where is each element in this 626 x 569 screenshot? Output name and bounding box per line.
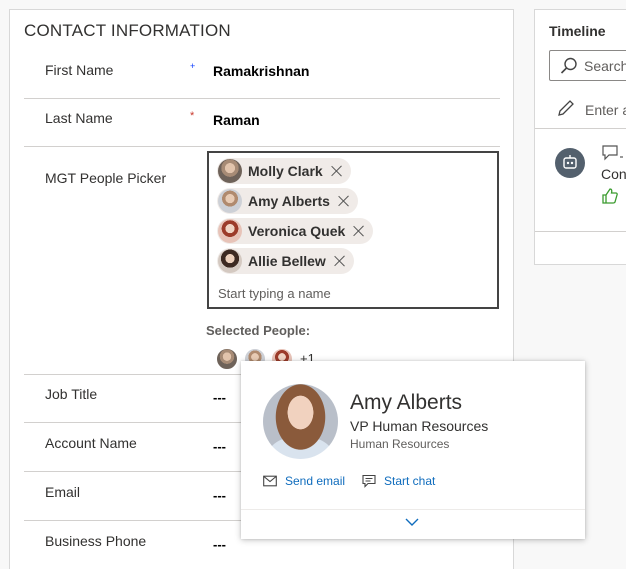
avatar bbox=[218, 189, 242, 213]
timeline-title: Timeline bbox=[549, 23, 606, 39]
person-card-department: Human Resources bbox=[350, 437, 450, 451]
person-chip-name: Molly Clark bbox=[248, 163, 323, 179]
last-name-label: Last Name bbox=[45, 110, 113, 126]
person-chip-name: Veronica Quek bbox=[248, 223, 346, 239]
first-name-label: First Name bbox=[45, 62, 114, 78]
search-icon bbox=[560, 57, 577, 74]
close-icon[interactable] bbox=[334, 255, 346, 267]
divider bbox=[24, 520, 254, 521]
thumbs-up-icon[interactable] bbox=[601, 187, 619, 205]
section-title: CONTACT INFORMATION bbox=[24, 21, 231, 40]
job-title-value[interactable]: --- bbox=[213, 390, 226, 405]
post-icon bbox=[602, 145, 623, 161]
timeline-entry-text: Con bbox=[601, 166, 626, 182]
person-card: Amy Alberts VP Human Resources Human Res… bbox=[241, 361, 585, 539]
close-icon[interactable] bbox=[331, 165, 343, 177]
timeline-search-placeholder: Search bbox=[584, 58, 626, 74]
send-email-button[interactable]: Send email bbox=[263, 474, 345, 488]
chevron-down-icon[interactable] bbox=[404, 517, 420, 527]
people-picker-label: MGT People Picker bbox=[45, 170, 167, 186]
people-search-input[interactable] bbox=[218, 284, 478, 302]
divider bbox=[535, 128, 626, 129]
business-phone-value[interactable]: --- bbox=[213, 537, 226, 552]
chat-icon bbox=[362, 474, 376, 488]
last-name-value[interactable]: Raman bbox=[213, 112, 260, 128]
account-name-value[interactable]: --- bbox=[213, 439, 226, 454]
required-indicator: * bbox=[190, 110, 195, 122]
person-chip-molly-clark[interactable]: Molly Clark bbox=[217, 158, 351, 184]
person-card-photo bbox=[263, 384, 338, 459]
divider bbox=[535, 231, 626, 232]
send-email-label: Send email bbox=[285, 474, 346, 488]
timeline-search-input[interactable]: Search bbox=[549, 50, 626, 81]
person-chip-name: Amy Alberts bbox=[248, 193, 330, 209]
business-phone-label: Business Phone bbox=[45, 533, 147, 549]
divider bbox=[241, 509, 585, 510]
people-picker[interactable]: Molly Clark Amy Alberts Veronica Quek Al… bbox=[207, 151, 499, 309]
account-name-label: Account Name bbox=[45, 435, 137, 451]
avatar[interactable] bbox=[215, 347, 239, 371]
divider bbox=[24, 98, 500, 99]
person-card-role: VP Human Resources bbox=[350, 418, 489, 434]
selected-people-label: Selected People: bbox=[206, 323, 311, 338]
email-value[interactable]: --- bbox=[213, 488, 226, 503]
avatar bbox=[218, 219, 242, 243]
job-title-label: Job Title bbox=[45, 386, 98, 402]
start-chat-button[interactable]: Start chat bbox=[362, 474, 435, 488]
person-chip-name: Allie Bellew bbox=[248, 253, 326, 269]
start-chat-label: Start chat bbox=[384, 474, 436, 488]
person-chip-veronica-quek[interactable]: Veronica Quek bbox=[217, 218, 374, 244]
bot-icon bbox=[555, 148, 585, 178]
recommended-indicator: + bbox=[190, 61, 196, 71]
avatar bbox=[218, 249, 242, 273]
pencil-icon bbox=[558, 100, 574, 116]
timeline-note-input[interactable]: Enter a bbox=[585, 102, 626, 118]
email-label: Email bbox=[45, 484, 81, 500]
divider bbox=[24, 471, 254, 472]
person-card-name: Amy Alberts bbox=[350, 391, 463, 414]
avatar bbox=[218, 159, 242, 183]
close-icon[interactable] bbox=[338, 195, 350, 207]
close-icon[interactable] bbox=[353, 225, 365, 237]
first-name-value[interactable]: Ramakrishnan bbox=[213, 63, 309, 79]
person-chip-amy-alberts[interactable]: Amy Alberts bbox=[217, 188, 358, 214]
divider bbox=[24, 146, 500, 147]
person-chip-allie-bellew[interactable]: Allie Bellew bbox=[217, 248, 354, 274]
mail-icon bbox=[263, 475, 277, 487]
timeline-panel: Timeline Search Enter a Con bbox=[534, 9, 626, 265]
divider bbox=[24, 422, 254, 423]
